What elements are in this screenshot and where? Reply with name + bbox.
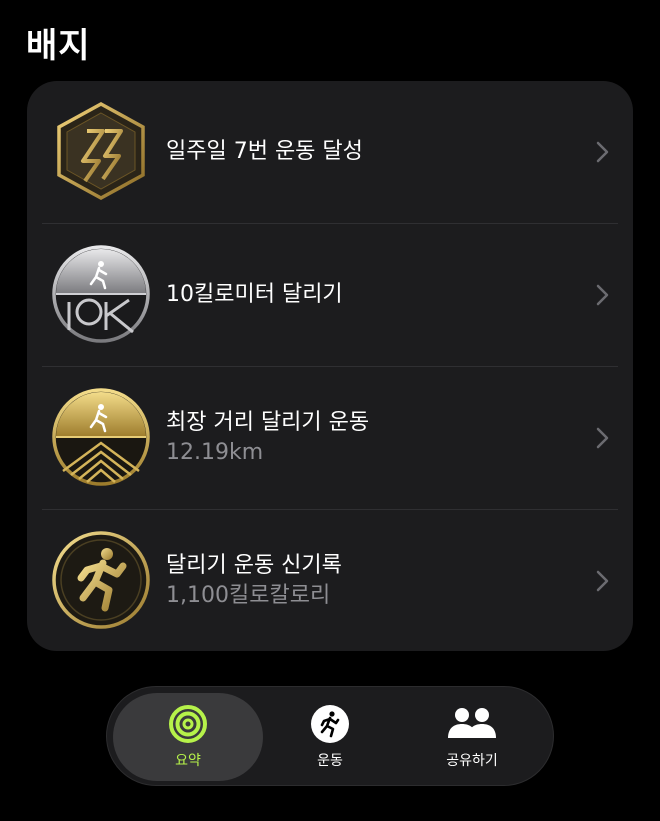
chevron-right-icon (596, 427, 609, 449)
badge-label: 최장 거리 달리기 운동 (166, 410, 370, 435)
chevron-right-icon (596, 141, 609, 163)
badge-row-run-record[interactable]: 달리기 운동 신기록 1,100킬로칼로리 (27, 510, 633, 651)
tab-bar: 요약 운동 공유하기 (106, 686, 554, 786)
badge-row-10k[interactable]: 10킬로미터 달리기 (27, 224, 633, 366)
hexagon-badge-icon (57, 102, 145, 200)
run-record-badge-icon (52, 531, 150, 629)
chevron-right-icon (596, 570, 609, 592)
badge-value: 12.19km (166, 440, 264, 465)
10k-run-badge-icon (52, 245, 150, 343)
badge-row-longest-run[interactable]: 최장 거리 달리기 운동 12.19km (27, 367, 633, 509)
tab-summary[interactable]: 요약 (113, 693, 263, 781)
chevron-right-icon (596, 284, 609, 306)
tab-label: 운동 (317, 753, 343, 769)
badge-label: 10킬로미터 달리기 (166, 282, 343, 307)
running-figure-icon (311, 705, 349, 743)
tab-label: 공유하기 (446, 753, 498, 769)
badge-label: 일주일 7번 운동 달성 (166, 139, 363, 164)
longest-run-badge-icon (52, 388, 150, 486)
tab-sharing[interactable]: 공유하기 (397, 693, 547, 781)
people-icon (448, 708, 496, 738)
badge-value: 1,100킬로칼로리 (166, 583, 331, 608)
badges-card: 일주일 7번 운동 달성 10킬로미터 달리기 최장 거리 달리기 운동 12.… (27, 81, 633, 651)
page-title: 배지 (26, 26, 91, 66)
badge-label: 달리기 운동 신기록 (166, 553, 342, 578)
tab-label: 요약 (175, 753, 201, 769)
tab-workout[interactable]: 운동 (255, 693, 405, 781)
activity-rings-icon (169, 705, 207, 743)
badge-row-week-workouts[interactable]: 일주일 7번 운동 달성 (27, 81, 633, 223)
